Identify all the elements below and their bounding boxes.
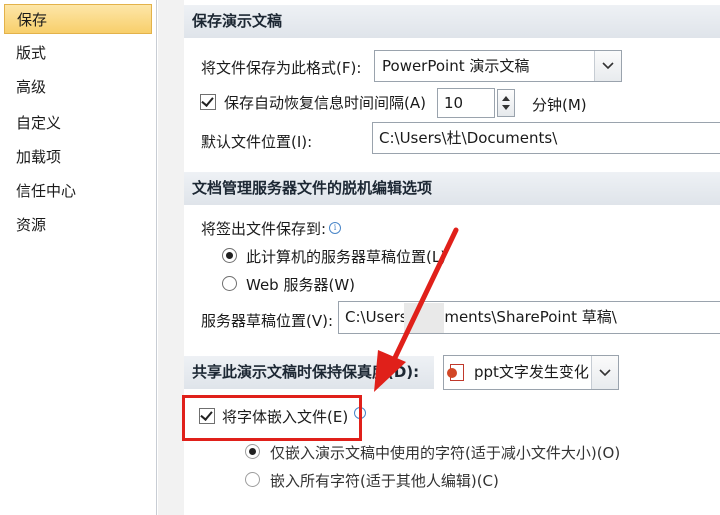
embed-all-label: 嵌入所有字符(适于其他人编辑)(C) bbox=[270, 472, 499, 490]
default-location-label: 默认文件位置(I): bbox=[201, 133, 313, 151]
minutes-label: 分钟(M) bbox=[532, 96, 587, 114]
drafts-location-label: 服务器草稿位置(V): bbox=[201, 312, 334, 330]
section-header-save-presentations: 保存演示文稿 bbox=[184, 5, 720, 38]
nav-item-resources[interactable]: 资源 bbox=[4, 210, 152, 240]
radio-selected-dot bbox=[226, 252, 233, 259]
autorecover-checkbox[interactable] bbox=[200, 94, 216, 110]
chevron-down-icon[interactable] bbox=[591, 356, 618, 389]
nav-item-advanced[interactable]: 高级 bbox=[4, 72, 152, 102]
nav-item-layout[interactable]: 版式 bbox=[4, 38, 152, 68]
chevron-down-icon[interactable] bbox=[594, 51, 621, 81]
nav-item-add-ins[interactable]: 加载项 bbox=[4, 142, 152, 172]
powerpoint-file-icon bbox=[447, 364, 464, 381]
nav-divider bbox=[158, 0, 184, 515]
autorecover-label: 保存自动恢复信息时间间隔(A) bbox=[224, 94, 426, 112]
nav-item-trust-center[interactable]: 信任中心 bbox=[4, 176, 152, 206]
spin-down-icon[interactable] bbox=[502, 105, 510, 110]
options-nav: 保存 版式 高级 自定义 加载项 信任中心 资源 bbox=[0, 0, 157, 515]
radio-embed-only-used[interactable] bbox=[245, 444, 260, 459]
redacted-username bbox=[404, 303, 444, 333]
option-web-server-label: Web 服务器(W) bbox=[246, 276, 356, 294]
info-icon[interactable]: i bbox=[329, 222, 341, 234]
presentation-value: ppt文字发生变化 bbox=[474, 363, 589, 381]
presentation-select[interactable]: ppt文字发生变化 bbox=[443, 355, 619, 390]
autorecover-minutes-input[interactable]: 10 bbox=[437, 88, 495, 118]
radio-web-server[interactable] bbox=[222, 276, 237, 291]
drafts-location-input[interactable]: C:\Users\ ocuments\SharePoint 草稿\ bbox=[338, 301, 720, 334]
option-local-drafts-label: 此计算机的服务器草稿位置(L) bbox=[246, 248, 447, 266]
drafts-location-value: C:\Users\ ocuments\SharePoint 草稿\ bbox=[345, 308, 617, 326]
save-format-label: 将文件保存为此格式(F): bbox=[201, 59, 362, 77]
radio-embed-all[interactable] bbox=[245, 472, 260, 487]
nav-item-save[interactable]: 保存 bbox=[4, 4, 152, 34]
save-format-value: PowerPoint 演示文稿 bbox=[382, 57, 530, 75]
default-location-input[interactable]: C:\Users\杜\Documents\ bbox=[372, 122, 720, 154]
embed-only-used-label: 仅嵌入演示文稿中使用的字符(适于减小文件大小)(O) bbox=[270, 444, 621, 462]
section-header-offline-editing: 文档管理服务器文件的脱机编辑选项 bbox=[184, 172, 720, 205]
check-icon bbox=[201, 94, 214, 107]
autorecover-spinner[interactable] bbox=[497, 89, 515, 117]
radio-local-drafts[interactable] bbox=[222, 248, 237, 263]
nav-item-customize[interactable]: 自定义 bbox=[4, 108, 152, 138]
radio-selected-dot bbox=[249, 448, 256, 455]
save-format-select[interactable]: PowerPoint 演示文稿 bbox=[374, 50, 622, 82]
autorecover-minutes-value: 10 bbox=[444, 94, 464, 112]
save-checked-out-label: 将签出文件保存到: bbox=[201, 220, 327, 238]
section-header-fidelity: 共享此演示文稿时保持保真度(D): bbox=[184, 356, 434, 389]
red-highlight-box bbox=[182, 395, 362, 441]
default-location-value: C:\Users\杜\Documents\ bbox=[379, 129, 558, 147]
spin-up-icon[interactable] bbox=[502, 96, 510, 101]
